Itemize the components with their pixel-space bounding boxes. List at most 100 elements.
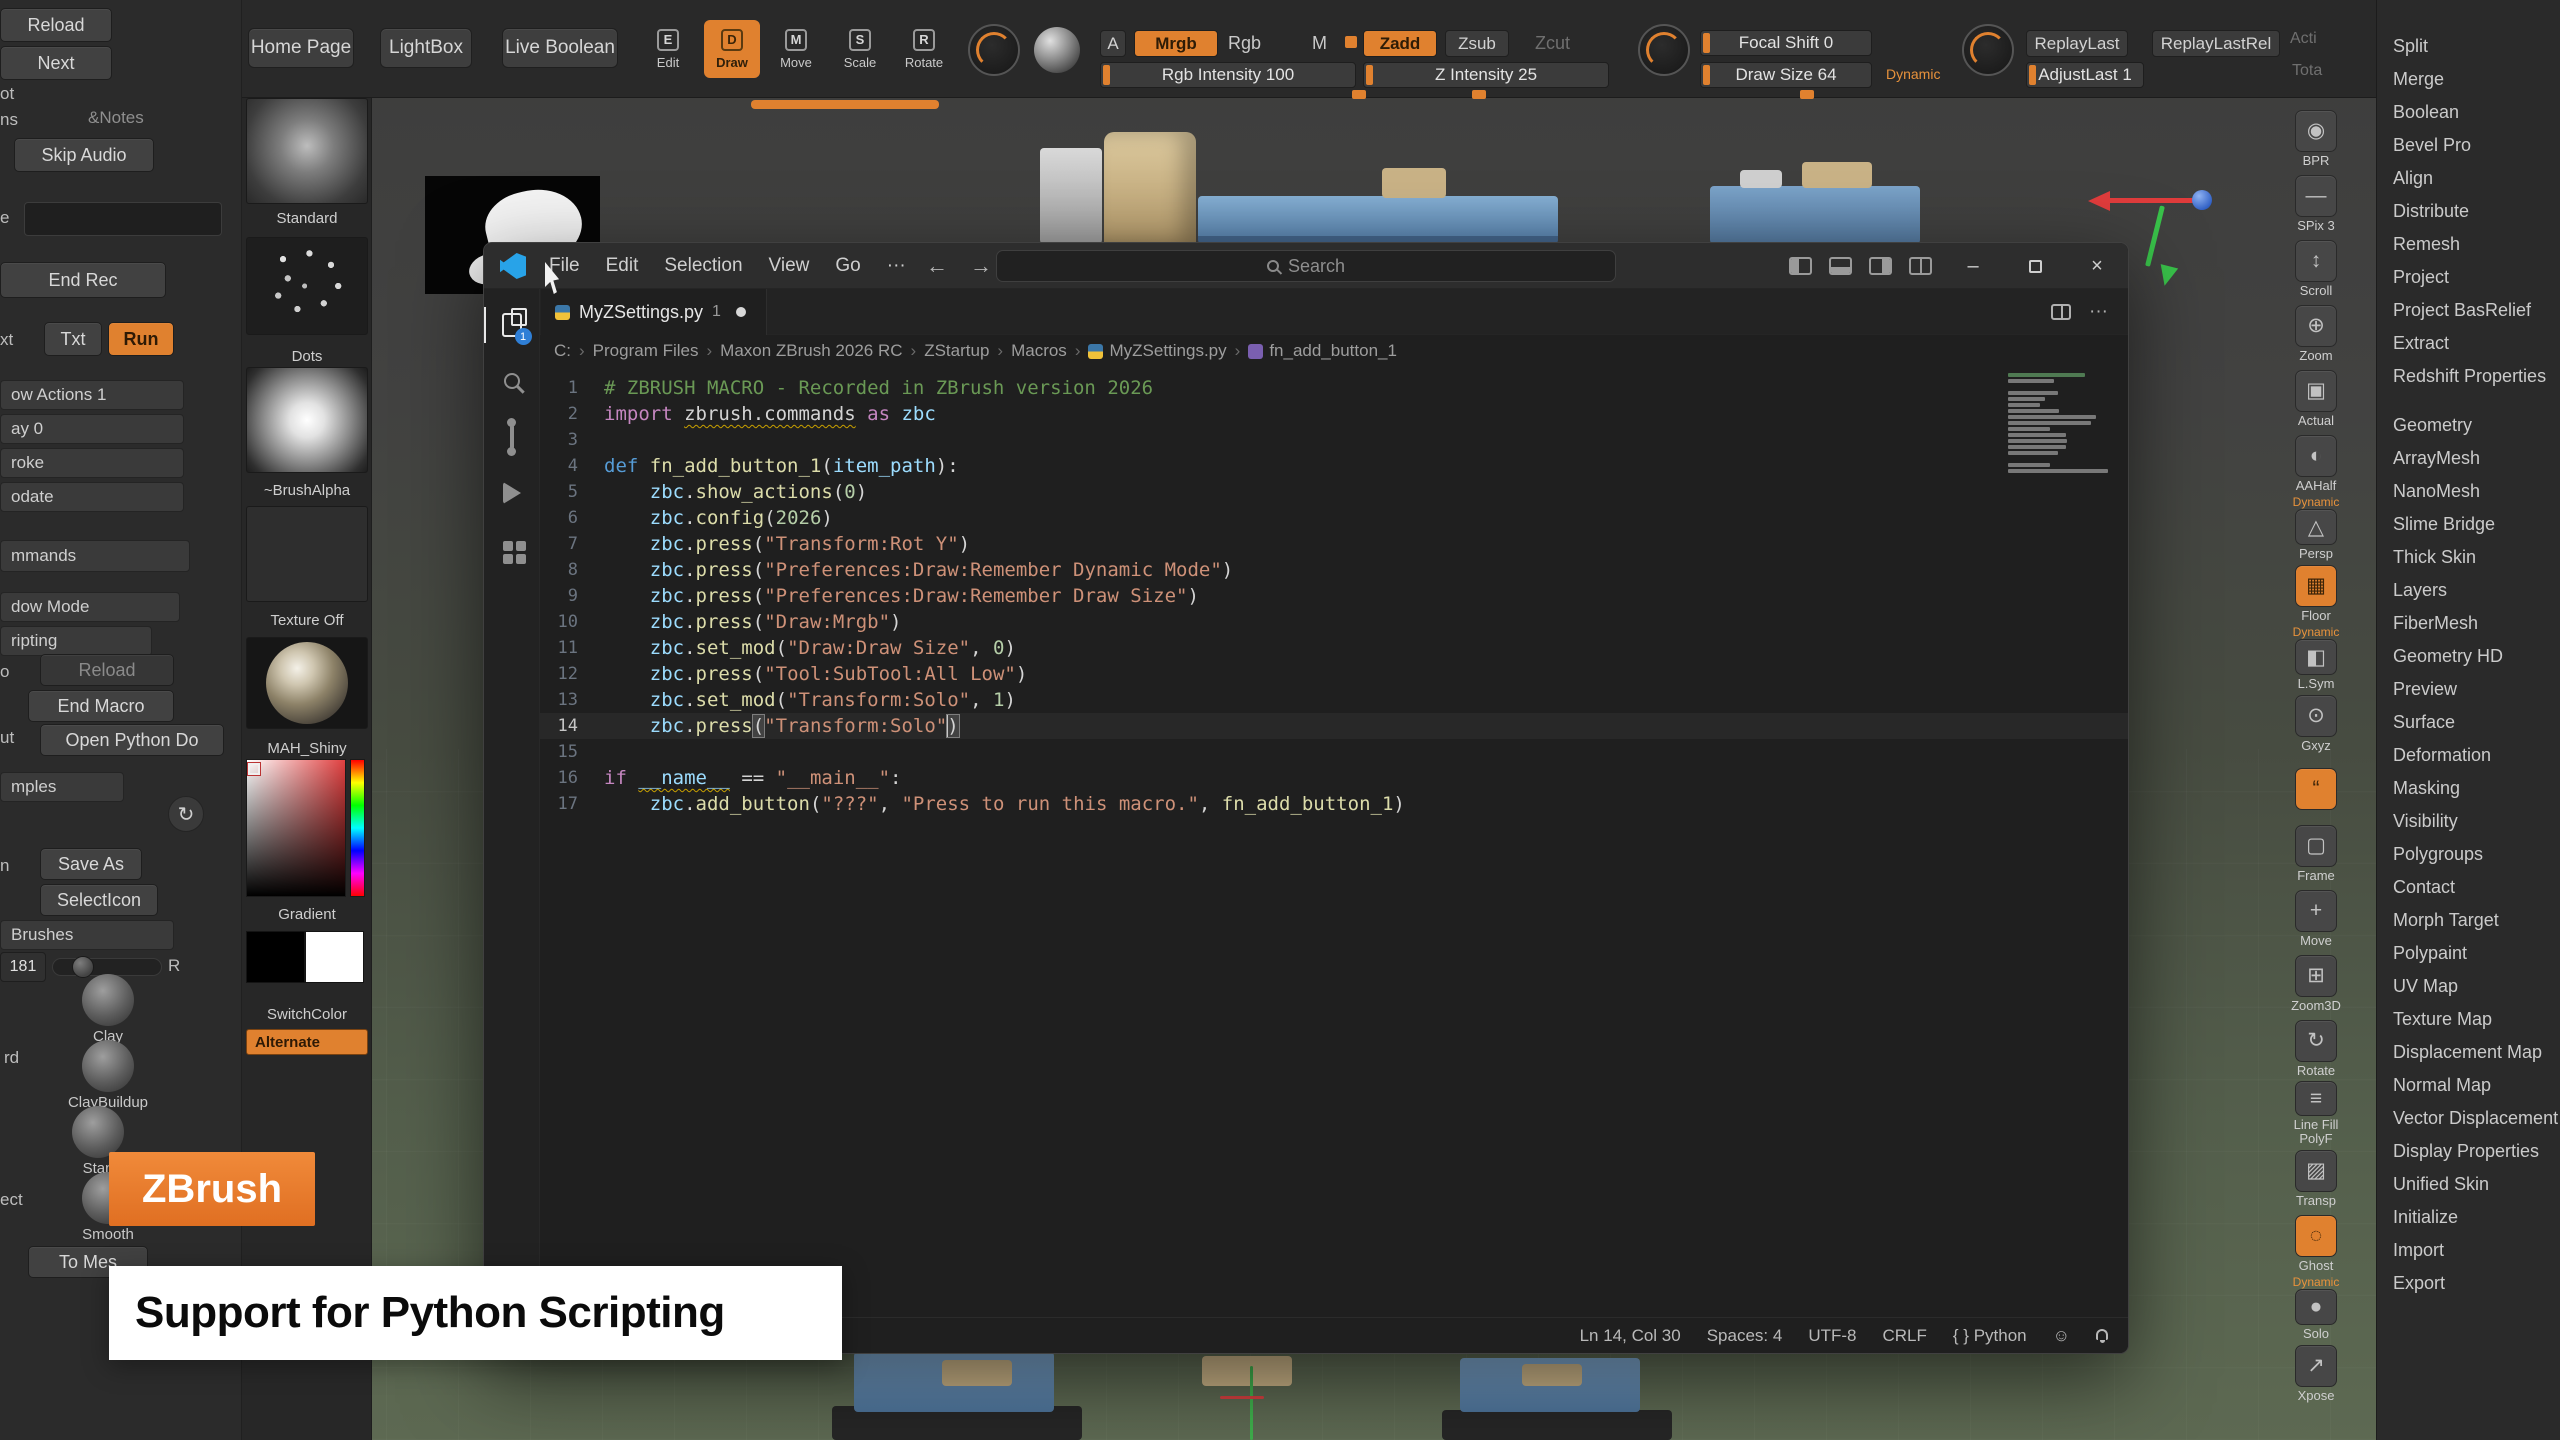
brush-claybuildup[interactable] <box>82 1040 134 1092</box>
l-sym-icon[interactable]: ◧ <box>2295 639 2337 675</box>
menu-item-bevel-pro[interactable]: Bevel Pro <box>2377 129 2560 162</box>
shelf-aahalf[interactable]: ◐AAHalf <box>2268 431 2364 496</box>
menu-selection[interactable]: Selection <box>651 249 755 283</box>
unsaved-dot-icon[interactable] <box>736 307 746 317</box>
menu-item-visibility[interactable]: Visibility <box>2377 805 2560 838</box>
floor-icon[interactable]: ▦ <box>2295 565 2337 607</box>
left-panel-run[interactable]: Run <box>108 322 174 356</box>
menu-item-nanomesh[interactable]: NanoMesh <box>2377 475 2560 508</box>
left-panel-item[interactable]: ↻ <box>168 796 204 832</box>
left-panel-end-macro[interactable]: End Macro <box>28 690 174 722</box>
material-picker-icon[interactable] <box>1034 27 1080 73</box>
gizmo-origin-icon[interactable] <box>2192 190 2212 210</box>
left-panel-roke[interactable]: roke <box>0 448 184 478</box>
brush-standard-thumbnail[interactable] <box>246 98 368 204</box>
back-arrow-icon[interactable]: ← <box>926 253 948 279</box>
rgb-intensity-slider[interactable]: Rgb Intensity 100 <box>1100 62 1356 88</box>
search-sidebar-icon[interactable] <box>484 353 540 409</box>
m-toggle-indicator[interactable] <box>1345 36 1357 48</box>
menu-item-displacement-map[interactable]: Displacement Map <box>2377 1036 2560 1069</box>
dynamic-label[interactable]: Dynamic <box>1886 66 1940 82</box>
menu-item-polypaint[interactable]: Polypaint <box>2377 937 2560 970</box>
menu-item-export[interactable]: Export <box>2377 1267 2560 1300</box>
source-control-icon[interactable] <box>484 409 540 465</box>
left-panel-selecticon[interactable]: SelectIcon <box>40 884 158 916</box>
menu-item-align[interactable]: Align <box>2377 162 2560 195</box>
shelf-zoom[interactable]: ⊕Zoom <box>2268 301 2364 366</box>
home-page-button[interactable]: Home Page <box>248 28 354 68</box>
left-panel-next[interactable]: Next <box>0 46 112 80</box>
line-fill-polyf-icon[interactable]: ≡ <box>2295 1081 2337 1116</box>
maximize-button[interactable] <box>2004 243 2066 289</box>
m-button[interactable]: M <box>1312 33 1327 54</box>
material-mah-shiny-thumbnail[interactable] <box>246 637 368 729</box>
menu-item-initialize[interactable]: Initialize <box>2377 1201 2560 1234</box>
move-icon[interactable]: + <box>2295 890 2337 932</box>
persp-icon[interactable]: △ <box>2295 509 2337 545</box>
tab-myzsettings[interactable]: MyZSettings.py 1 <box>541 289 767 335</box>
menu-item-remesh[interactable]: Remesh <box>2377 228 2560 261</box>
minimize-button[interactable]: – <box>1942 243 2004 289</box>
shelf-solo[interactable]: Dynamic●Solo <box>2268 1276 2364 1341</box>
bpr-icon[interactable]: ◉ <box>2295 110 2337 152</box>
breadcrumb-item-program-files[interactable]: Program Files <box>593 341 699 361</box>
a-toggle[interactable]: A <box>1100 30 1126 57</box>
zadd-button[interactable]: Zadd <box>1363 30 1437 57</box>
left-panel-dow-mode[interactable]: dow Mode <box>0 592 180 622</box>
left-panel-ripting[interactable]: ripting <box>0 626 152 656</box>
left-panel-skip-audio[interactable]: Skip Audio <box>14 138 154 172</box>
shelf-spix-3[interactable]: —SPix 3 <box>2268 171 2364 236</box>
menu-item-masking[interactable]: Masking <box>2377 772 2560 805</box>
tool-draw[interactable]: DDraw <box>704 20 760 78</box>
menu-item[interactable]: ··· <box>874 249 919 283</box>
notifications-bell-icon[interactable] <box>2096 1329 2108 1343</box>
menu-item-display-properties[interactable]: Display Properties <box>2377 1135 2560 1168</box>
shelf-zoom3d[interactable]: ⊞Zoom3D <box>2268 951 2364 1016</box>
z-intensity-slider[interactable]: Z Intensity 25 <box>1363 62 1609 88</box>
brush-clay[interactable] <box>82 974 134 1026</box>
gizmo-x-axis[interactable] <box>2108 198 2194 203</box>
color-picker-saturation[interactable] <box>246 759 346 897</box>
left-panel-mmands[interactable]: mmands <box>0 540 190 572</box>
code-editor[interactable]: 1# ZBRUSH MACRO - Recorded in ZBrush ver… <box>540 367 2128 1317</box>
menu-item-preview[interactable]: Preview <box>2377 673 2560 706</box>
menu-item-slime-bridge[interactable]: Slime Bridge <box>2377 508 2560 541</box>
left-panel-save-as[interactable]: Save As <box>40 848 142 880</box>
left-panel-ay-0[interactable]: ay 0 <box>0 414 184 444</box>
main-color-swatch[interactable] <box>246 931 305 983</box>
stroke-picker-icon[interactable] <box>968 24 1020 76</box>
status-eol[interactable]: CRLF <box>1883 1326 1927 1346</box>
extensions-icon[interactable] <box>484 521 540 577</box>
menu-item-distribute[interactable]: Distribute <box>2377 195 2560 228</box>
breadcrumb-item-macros[interactable]: Macros <box>1011 341 1067 361</box>
left-panel-ow-actions-1[interactable]: ow Actions 1 <box>0 380 184 410</box>
left-panel-mples[interactable]: mples <box>0 772 124 802</box>
shelf-line-fill-polyf[interactable]: ≡Line Fill PolyF <box>2268 1081 2364 1146</box>
menu-item-deformation[interactable]: Deformation <box>2377 739 2560 772</box>
close-button[interactable]: × <box>2066 243 2128 289</box>
menu-view[interactable]: View <box>756 249 823 283</box>
left-panel-brushes[interactable]: Brushes <box>0 920 174 950</box>
shelf-ghost[interactable]: ◌Ghost <box>2268 1211 2364 1276</box>
shelf-floor[interactable]: ▦Floor <box>2268 561 2364 626</box>
shelf-frame[interactable]: ▢Frame <box>2268 821 2364 886</box>
menu-item-redshift-properties[interactable]: Redshift Properties <box>2377 360 2560 393</box>
menu-item-contact[interactable]: Contact <box>2377 871 2560 904</box>
stroke-dots-thumbnail[interactable] <box>246 237 368 335</box>
adjust-last-slider[interactable]: AdjustLast 1 <box>2026 62 2144 88</box>
menu-item-geometry[interactable]: Geometry <box>2377 409 2560 442</box>
zsub-button[interactable]: Zsub <box>1445 30 1509 57</box>
left-panel-reload[interactable]: Reload <box>0 8 112 42</box>
rgb-button[interactable]: Rgb <box>1228 33 1261 54</box>
shelf-transp[interactable]: ▨Transp <box>2268 1146 2364 1211</box>
spix-3-icon[interactable]: — <box>2295 175 2337 217</box>
titlebar[interactable]: FileEditSelectionViewGo··· ← → Search – … <box>484 243 2128 289</box>
menu-item-uv-map[interactable]: UV Map <box>2377 970 2560 1003</box>
menu-item-project[interactable]: Project <box>2377 261 2560 294</box>
left-panel-end-rec[interactable]: End Rec <box>0 262 166 298</box>
left-panel-inputbox[interactable] <box>24 202 222 236</box>
left-panel-open-python-do[interactable]: Open Python Do <box>40 724 224 756</box>
feedback-icon[interactable]: ☺ <box>2053 1326 2070 1346</box>
replay-last-button[interactable]: ReplayLast <box>2026 30 2128 57</box>
breadcrumb-item-myzsettings-py[interactable]: MyZSettings.py <box>1088 341 1226 361</box>
